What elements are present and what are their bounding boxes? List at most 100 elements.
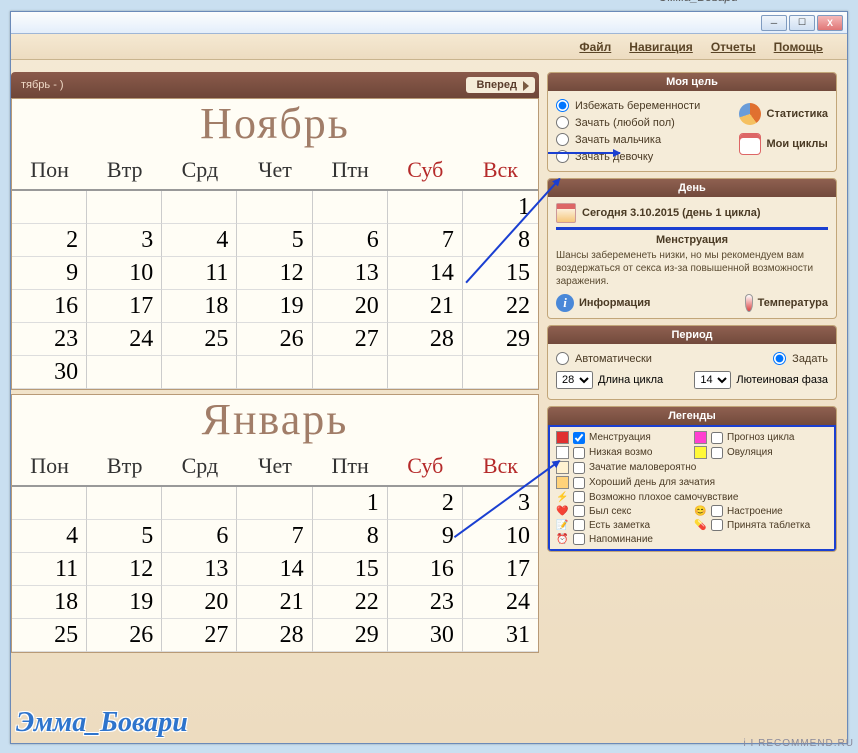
calendar-cell[interactable]: 27 [162, 619, 237, 652]
info-link[interactable]: i Информация [556, 294, 650, 312]
calendar-cell[interactable]: 4 [162, 224, 237, 257]
legend-header: Легенды [548, 407, 836, 425]
calendar-cell[interactable]: 8 [463, 224, 538, 257]
cycles-link[interactable]: Мои циклы [739, 133, 829, 155]
legend-checkbox[interactable] [711, 447, 723, 459]
calendar-cell[interactable]: 26 [237, 323, 312, 356]
forward-button[interactable]: Вперед [466, 77, 535, 93]
temp-link[interactable]: Температура [745, 294, 828, 312]
calendar-cell[interactable]: 26 [87, 619, 162, 652]
calendar-cell[interactable]: 29 [313, 619, 388, 652]
legend-checkbox[interactable] [711, 505, 723, 517]
calendar-cell [313, 191, 388, 224]
calendar-cell[interactable]: 9 [388, 520, 463, 553]
calendar-cell[interactable]: 8 [313, 520, 388, 553]
menu-help[interactable]: Помощь [774, 40, 823, 54]
legend-checkbox[interactable] [573, 477, 585, 489]
calendar-cell[interactable]: 4 [12, 520, 87, 553]
calendar-cell[interactable]: 13 [162, 553, 237, 586]
calendar-cell[interactable]: 23 [388, 586, 463, 619]
calendar-cell[interactable]: 3 [87, 224, 162, 257]
calendar-cell[interactable]: 1 [463, 191, 538, 224]
legend-emoji-icon: 📝 [556, 520, 569, 531]
calendar-cell[interactable]: 1 [313, 487, 388, 520]
calendar-cell[interactable]: 12 [87, 553, 162, 586]
calendar-cell[interactable]: 27 [313, 323, 388, 356]
calendar-cell[interactable]: 30 [388, 619, 463, 652]
calendar-cell[interactable]: 24 [87, 323, 162, 356]
calendar-cell[interactable]: 18 [12, 586, 87, 619]
calendar-cell[interactable]: 14 [388, 257, 463, 290]
calendar-cell[interactable]: 16 [12, 290, 87, 323]
calendar-cell[interactable]: 12 [237, 257, 312, 290]
calendar-cell[interactable]: 23 [12, 323, 87, 356]
calendar-cell[interactable]: 24 [463, 586, 538, 619]
cycle-length-select[interactable]: 28 [556, 371, 593, 389]
period-panel: Период Автоматически Задать 28 Длина цик… [547, 325, 837, 400]
stats-link[interactable]: Статистика [739, 103, 829, 125]
calendar-cell[interactable]: 20 [313, 290, 388, 323]
calendar-cell[interactable]: 19 [87, 586, 162, 619]
calendar-cell[interactable]: 25 [12, 619, 87, 652]
calendar-cell[interactable]: 29 [463, 323, 538, 356]
calendar-cell[interactable]: 31 [463, 619, 538, 652]
calendar-cell[interactable]: 7 [237, 520, 312, 553]
calendar-cell[interactable]: 16 [388, 553, 463, 586]
calendar-pane: тябрь - ) Вперед НоябрьПонВтрСрдЧетПтнСу… [11, 72, 539, 733]
calendar-cell[interactable]: 10 [463, 520, 538, 553]
luteal-length-select[interactable]: 14 [694, 371, 731, 389]
legend-emoji-icon: ❤️ [556, 506, 569, 517]
calendar-cell[interactable]: 28 [237, 619, 312, 652]
close-button[interactable]: X [817, 15, 843, 31]
calendar-cell[interactable]: 9 [12, 257, 87, 290]
legend-checkbox[interactable] [573, 432, 585, 444]
calendar-cell[interactable]: 21 [237, 586, 312, 619]
calendar-cell[interactable]: 15 [313, 553, 388, 586]
calendar-cell[interactable]: 30 [12, 356, 87, 389]
menu-file[interactable]: Файл [579, 40, 611, 54]
legend-checkbox[interactable] [573, 462, 585, 474]
calendar-cell[interactable]: 10 [87, 257, 162, 290]
calendar-icon [739, 133, 761, 155]
menu-nav[interactable]: Навигация [629, 40, 693, 54]
calendar-cell[interactable]: 17 [463, 553, 538, 586]
calendar-cell[interactable]: 7 [388, 224, 463, 257]
calendar-cell[interactable]: 2 [12, 224, 87, 257]
legend-checkbox[interactable] [711, 432, 723, 444]
calendar-cell[interactable]: 17 [87, 290, 162, 323]
calendar-cell[interactable]: 22 [313, 586, 388, 619]
minimize-button[interactable]: ─ [761, 15, 787, 31]
legend-checkbox[interactable] [573, 491, 585, 503]
calendar-cell[interactable]: 5 [87, 520, 162, 553]
legend-checkbox[interactable] [573, 519, 585, 531]
color-swatch [556, 476, 569, 489]
legend-item: Менструация [556, 431, 690, 444]
phase-desc: Шансы забеременеть низки, но мы рекоменд… [556, 249, 828, 288]
legend-checkbox[interactable] [711, 519, 723, 531]
legend-checkbox[interactable] [573, 505, 585, 517]
calendar-cell[interactable]: 5 [237, 224, 312, 257]
calendar-cell[interactable]: 21 [388, 290, 463, 323]
calendar-cell[interactable]: 11 [162, 257, 237, 290]
underline [556, 227, 828, 230]
calendar-cell[interactable]: 6 [313, 224, 388, 257]
legend-checkbox[interactable] [573, 533, 585, 545]
menu-reports[interactable]: Отчеты [711, 40, 756, 54]
calendar-cell[interactable]: 14 [237, 553, 312, 586]
period-auto[interactable]: Автоматически [556, 350, 652, 367]
calendar-cell[interactable]: 11 [12, 553, 87, 586]
legend-item: 💊Принята таблетка [694, 519, 828, 531]
period-set[interactable]: Задать [773, 350, 828, 367]
calendar-cell[interactable]: 2 [388, 487, 463, 520]
maximize-button[interactable]: ☐ [789, 15, 815, 31]
legend-checkbox[interactable] [573, 447, 585, 459]
calendar-cell[interactable]: 28 [388, 323, 463, 356]
goal-panel: Моя цель Избежать беременностиЗачать (лю… [547, 72, 837, 172]
calendar-cell[interactable]: 18 [162, 290, 237, 323]
calendar-cell[interactable]: 19 [237, 290, 312, 323]
calendar-cell[interactable]: 20 [162, 586, 237, 619]
calendar-cell[interactable]: 22 [463, 290, 538, 323]
calendar-cell[interactable]: 25 [162, 323, 237, 356]
calendar-cell[interactable]: 6 [162, 520, 237, 553]
calendar-cell[interactable]: 13 [313, 257, 388, 290]
